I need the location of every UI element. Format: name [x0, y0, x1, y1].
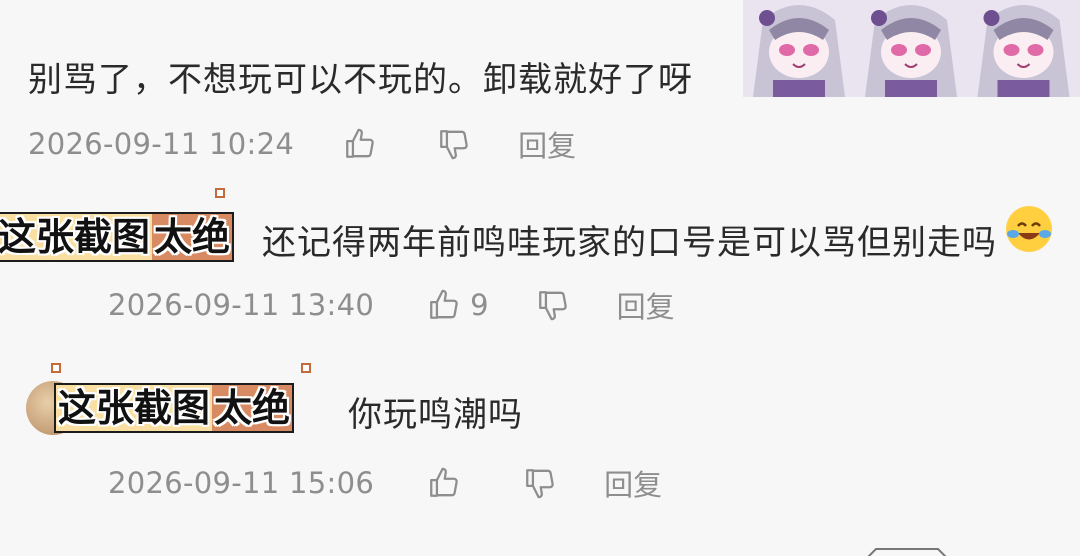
caption-overlay: 这张截图 太绝 — [0, 212, 235, 262]
chibi-figure — [743, 0, 855, 97]
resize-handle[interactable] — [301, 363, 311, 373]
caption-text-highlight: 这张截图 — [56, 385, 213, 431]
comment-meta: 2026-09-11 10:24 回复 — [28, 123, 576, 165]
like-count: 9 — [470, 288, 489, 322]
caption-text-highlight: 这张截图 — [0, 214, 153, 260]
comment-meta: 2026-09-11 13:40 9 回复 — [108, 284, 675, 326]
thumbs-down-icon[interactable] — [520, 463, 560, 503]
thumbs-down-icon[interactable] — [533, 285, 573, 325]
reply-button[interactable]: 回复 — [604, 462, 662, 504]
comment-meta: 2026-09-11 15:06 回复 — [108, 462, 662, 504]
comment-timestamp: 2026-09-11 15:06 — [108, 466, 375, 500]
caption-text-accent: 太绝 — [152, 214, 233, 260]
sticker-image — [743, 0, 1080, 97]
comment-timestamp: 2026-09-11 10:24 — [28, 127, 295, 161]
comment-timestamp: 2026-09-11 13:40 — [108, 288, 375, 322]
reply-button[interactable]: 回复 — [518, 123, 576, 165]
comment-text: 别骂了，不想玩可以不玩的。卸载就好了呀 — [28, 60, 693, 100]
thumbs-down-icon[interactable] — [434, 124, 474, 164]
thumbs-up-icon[interactable] — [424, 463, 464, 503]
reply-button[interactable]: 回复 — [617, 284, 675, 326]
comment-text: 还记得两年前鸣哇玩家的口号是可以骂但别走吗 — [262, 223, 997, 263]
cry-laugh-emoji — [1006, 206, 1052, 252]
resize-handle[interactable] — [51, 363, 61, 373]
resize-handle[interactable] — [215, 188, 225, 198]
cropped-element — [862, 544, 952, 556]
comment-text: 你玩鸣潮吗 — [348, 395, 523, 435]
thumbs-up-icon[interactable] — [340, 124, 380, 164]
chibi-figure — [967, 0, 1080, 97]
caption-text-accent: 太绝 — [212, 385, 293, 431]
caption-overlay: 这张截图 太绝 — [54, 383, 295, 433]
chibi-figure — [855, 0, 967, 97]
thumbs-up-icon[interactable] — [424, 285, 464, 325]
